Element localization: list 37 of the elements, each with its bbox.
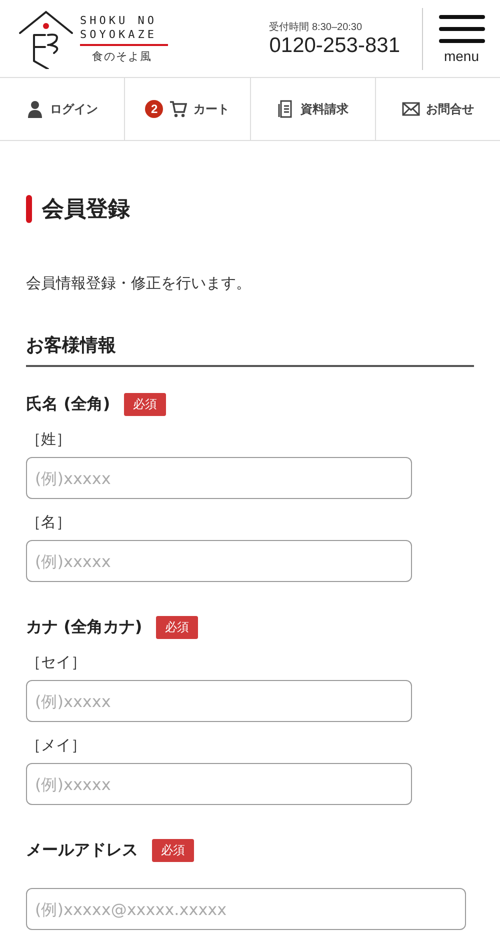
logo-text: SOYOKAZE: [80, 28, 157, 42]
business-hours: 受付時間 8:30–20:30: [269, 20, 364, 34]
input-field[interactable]: (例)xxxxx@xxxxx.xxxxx: [26, 888, 466, 930]
menu-icon: [438, 14, 484, 44]
input-field[interactable]: (例)xxxxx: [26, 680, 412, 722]
required-badge: 必須: [152, 839, 194, 862]
input-field[interactable]: (例)xxxxx: [26, 763, 412, 806]
user-icon: [26, 100, 44, 118]
menu-button[interactable]: menu: [422, 8, 500, 70]
logo-icon: [18, 8, 74, 68]
required-badge: 必須: [156, 616, 198, 640]
menu-label: menu: [444, 48, 480, 64]
document-icon: [276, 100, 295, 118]
field-label: メールアドレス: [26, 840, 138, 862]
nav-label: 資料請求: [300, 100, 349, 118]
field-sublabel: ［名］: [26, 513, 72, 532]
input-field[interactable]: (例)xxxxx: [26, 540, 412, 582]
mail-icon: [402, 100, 420, 118]
required-badge: 必須: [124, 393, 166, 416]
cart-icon: [169, 100, 188, 118]
field-label: 氏名 (全角): [26, 394, 110, 416]
nav-label: ログイン: [50, 100, 98, 118]
field-sublabel: ［姓］: [26, 430, 72, 450]
input-field[interactable]: (例)xxxxx: [26, 457, 412, 500]
logo-subtitle: 食のそよ風: [91, 48, 152, 64]
section-heading: お客様情報: [26, 333, 474, 368]
cart-count-badge: 2: [145, 100, 164, 118]
page-title: 会員登録: [42, 196, 130, 224]
field-sublabel: ［セイ］: [26, 653, 87, 672]
field-sublabel: ［メイ］: [26, 736, 87, 756]
logo-text: SHOKU NO: [80, 14, 157, 28]
title-accent-bar: [26, 194, 32, 223]
phone-number: 0120-253-831: [269, 34, 400, 58]
nav-label: カート: [193, 100, 230, 118]
field-label: カナ (全角カナ): [26, 617, 142, 638]
nav-label: お問合せ: [426, 100, 474, 118]
description: 会員情報登録・修正を行います。: [26, 274, 252, 294]
